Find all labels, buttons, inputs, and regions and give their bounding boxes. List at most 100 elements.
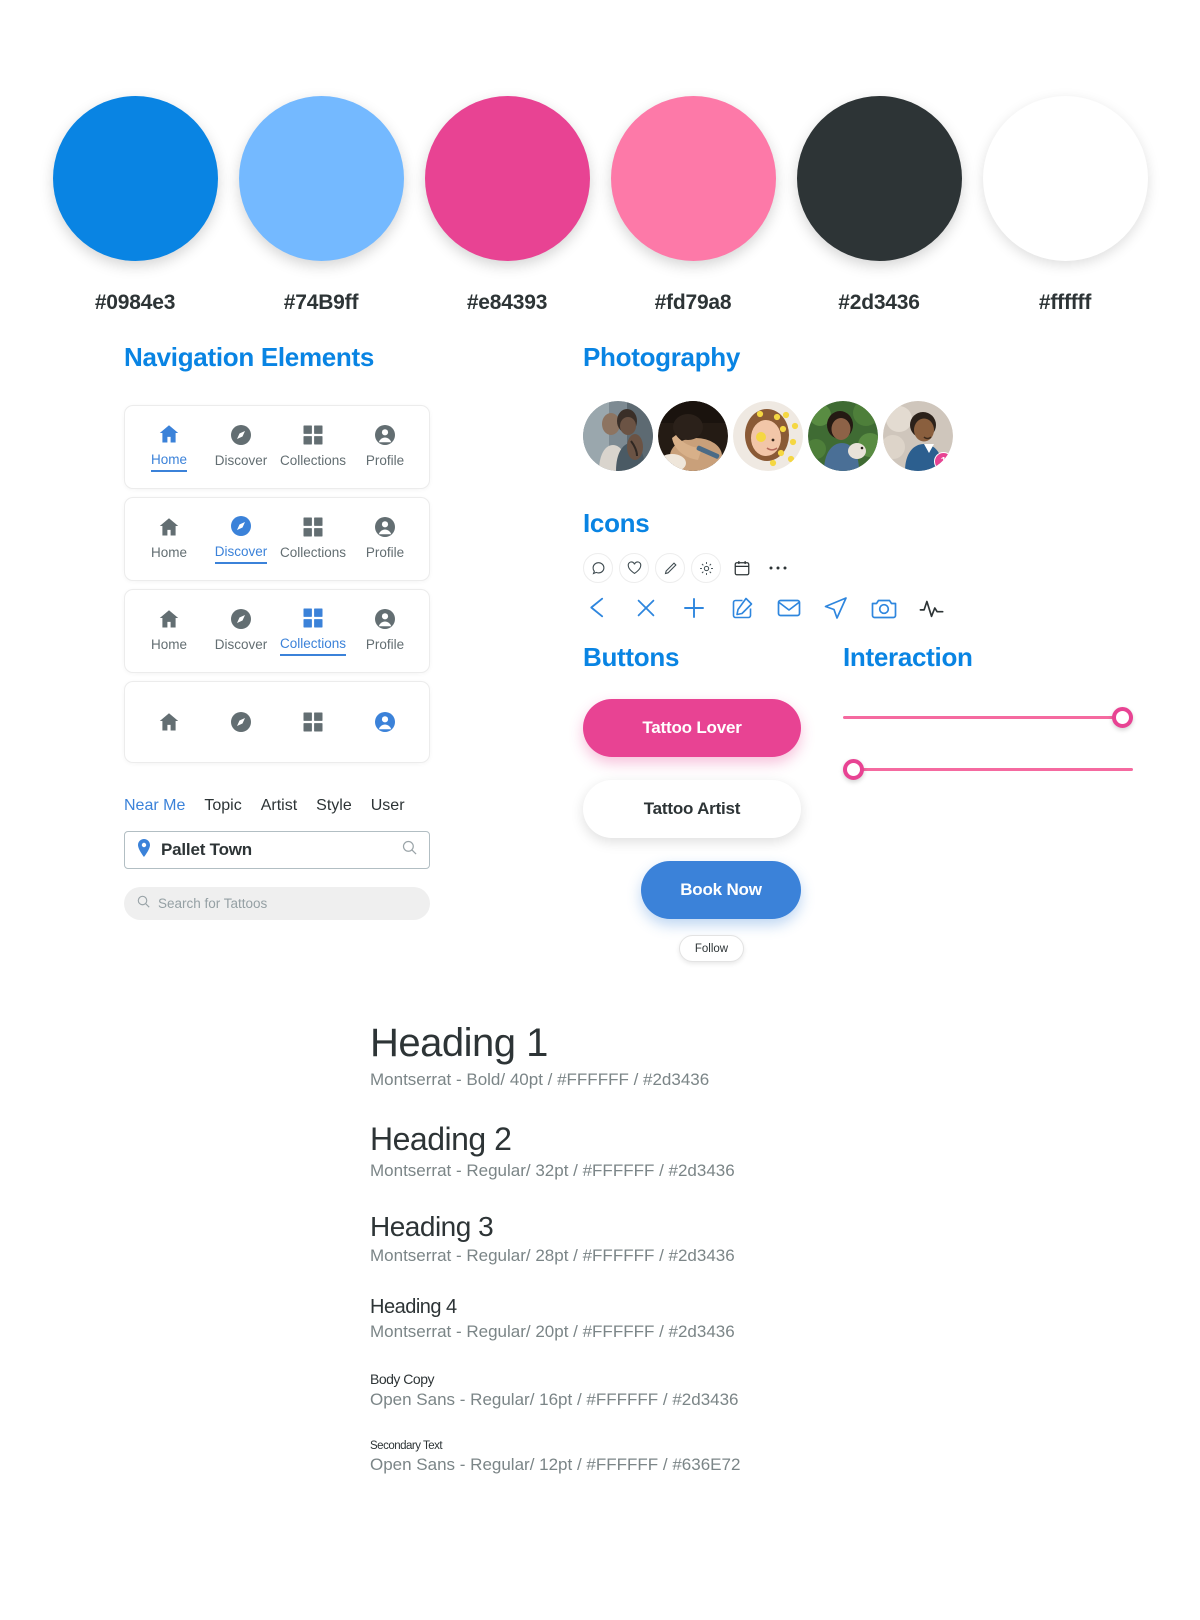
body-copy-sample: Body Copy [370,1370,434,1387]
search-input[interactable]: Search for Tattoos [124,887,430,920]
nav-item-home[interactable]: Home [133,422,205,472]
interaction-section-title: Interaction [843,642,973,672]
nav-item-collections[interactable]: Collections [277,606,349,656]
activity-icon[interactable] [919,596,945,620]
typography-item: Body Copy Open Sans - Regular/ 16pt / #F… [370,1371,890,1413]
avatar-list: 1 [583,401,1003,471]
filter-tabs: Near Me Topic Artist Style User [124,797,430,815]
typography-item: Heading 2 Montserrat - Regular/ 32pt / #… [370,1119,890,1184]
send-icon[interactable] [823,595,849,621]
chat-bubble-icon[interactable] [583,553,613,583]
close-icon[interactable] [633,595,659,621]
home-icon [157,710,181,734]
slider-track-2[interactable] [843,759,1133,781]
nav-item-discover[interactable]: Discover [205,607,277,655]
heading-1-sample: Heading 1 [370,1021,548,1065]
swatch-label-0: #0984e3 [94,291,176,314]
home-icon [157,515,181,539]
photography-section: Photography 1 [583,342,1003,471]
avatar[interactable] [733,401,803,471]
nav-item-discover[interactable]: Discover [205,514,277,564]
heading-4-sample: Heading 4 [370,1295,457,1318]
tab-user[interactable]: User [371,797,405,815]
arrow-left-icon[interactable] [583,593,612,622]
tab-style[interactable]: Style [316,797,352,815]
tattoo-artist-button[interactable]: Tattoo Artist [583,780,801,838]
grid-icon [301,423,325,447]
swatch-label-3: #fd79a8 [654,291,732,314]
slider-knob-left[interactable] [843,759,864,780]
icon-row-blue [583,593,1003,622]
grid-icon [301,515,325,539]
navbar-icons-only [124,681,430,763]
nav-item-discover[interactable]: Discover [205,423,277,471]
avatar[interactable] [583,401,653,471]
plus-icon[interactable] [680,594,708,622]
nav-label-profile: Profile [365,637,405,653]
typography-item: Heading 4 Montserrat - Regular/ 20pt / #… [370,1295,890,1345]
tab-near-me[interactable]: Near Me [124,797,185,815]
nav-item-profile[interactable]: Profile [349,423,421,471]
edit-square-icon[interactable] [729,595,755,621]
color-palette: #0984e3 #74B9ff #e84393 #fd79a8 #2d3436 … [0,96,1200,315]
location-input-value: Pallet Town [161,840,252,859]
tattoo-lover-button[interactable]: Tattoo Lover [583,699,801,757]
user-icon [373,423,397,447]
buttons-section: Buttons Tattoo Lover Tattoo Artist Book … [583,642,813,962]
ellipsis-icon[interactable] [763,553,793,583]
nav-item-home[interactable]: Home [133,607,205,655]
book-now-button[interactable]: Book Now [641,861,801,919]
map-pin-icon [137,838,151,862]
navbar-collections-active: Home Discover Collections Profile [124,589,430,673]
nav-label-home: Home [150,545,187,561]
compass-icon [229,423,253,447]
avatar[interactable] [658,401,728,471]
mail-icon[interactable] [776,595,802,621]
home-icon [157,422,181,446]
compass-icon [229,607,253,631]
icons-section: Icons [583,508,1003,622]
tab-topic[interactable]: Topic [204,797,241,815]
user-icon [373,607,397,631]
swatch-circle-1 [238,96,404,261]
heading-2-sample: Heading 2 [370,1120,512,1157]
camera-icon[interactable] [870,595,898,621]
interaction-section: Interaction [843,642,1133,811]
gear-icon[interactable] [691,553,721,583]
tab-artist[interactable]: Artist [261,797,297,815]
swatch-circle-4 [796,96,962,261]
slider-track-1[interactable] [843,707,1133,729]
color-swatch: #0984e3 [52,96,218,315]
nav-item-profile[interactable]: Profile [349,515,421,563]
nav-item-profile[interactable]: Profile [349,607,421,655]
search-input-placeholder: Search for Tattoos [158,896,268,911]
slider-knob-right[interactable] [1112,707,1133,728]
nav-item-discover[interactable] [205,710,277,734]
nav-label-collections: Collections [279,545,347,561]
buttons-section-title: Buttons [583,642,680,672]
nav-item-collections[interactable]: Collections [277,423,349,471]
typography-item: Secondary Text Open Sans - Regular/ 12pt… [370,1439,890,1478]
user-icon [373,515,397,539]
follow-button[interactable]: Follow [679,935,744,962]
heading-3-sample: Heading 3 [370,1211,494,1243]
color-swatch: #fd79a8 [610,96,776,315]
search-icon[interactable] [402,840,417,860]
avatar[interactable] [808,401,878,471]
pencil-icon[interactable] [655,553,685,583]
nav-item-collections[interactable] [277,710,349,734]
search-icon [137,895,150,913]
typography-section: Heading 1 Montserrat - Bold/ 40pt / #FFF… [370,1018,890,1504]
heart-icon[interactable] [619,553,649,583]
nav-item-profile[interactable] [349,710,421,734]
location-input[interactable]: Pallet Town [124,831,430,869]
navigation-section: Navigation Elements Home Discover Collec… [124,342,430,920]
home-icon [157,607,181,631]
avatar[interactable]: 1 [883,401,953,471]
secondary-text-spec: Open Sans - Regular/ 12pt / #FFFFFF / #6… [370,1455,741,1475]
heading-2-spec: Montserrat - Regular/ 32pt / #FFFFFF / #… [370,1160,735,1180]
nav-item-home[interactable] [133,710,205,734]
nav-item-collections[interactable]: Collections [277,515,349,563]
nav-item-home[interactable]: Home [133,515,205,563]
calendar-icon[interactable] [727,553,757,583]
